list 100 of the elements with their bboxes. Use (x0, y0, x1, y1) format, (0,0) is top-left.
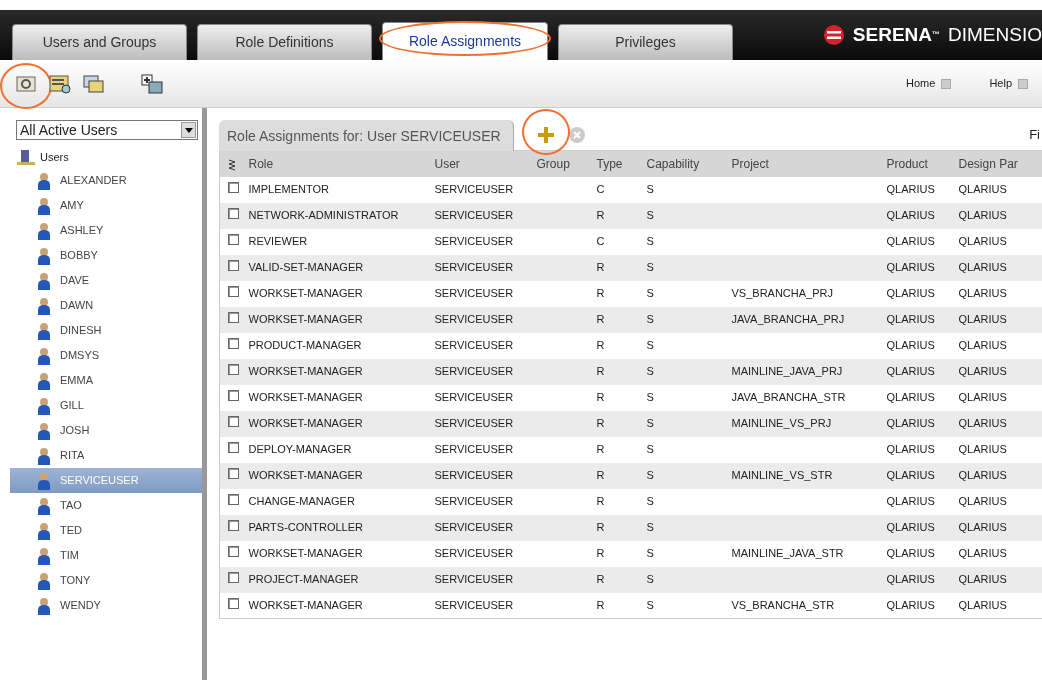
row-checkbox[interactable] (228, 546, 239, 558)
add-item-icon[interactable] (140, 72, 164, 95)
user-icon (38, 396, 50, 415)
table-cell: SERVICEUSER (434, 599, 514, 611)
tree-item[interactable]: ASHLEY (0, 218, 202, 243)
table-cell: QLARIUS (886, 261, 935, 274)
table-cell: DEPLOY-MANAGER (248, 443, 352, 456)
user-icon (38, 471, 50, 490)
tree-root[interactable]: Users (40, 148, 69, 166)
table-cell: S (646, 339, 654, 352)
row-checkbox[interactable] (228, 364, 239, 376)
row-checkbox[interactable] (228, 572, 239, 584)
tree-item[interactable]: JOSH (0, 418, 202, 443)
tree-item[interactable]: DMSYS (0, 343, 202, 368)
table-cell: S (646, 469, 654, 482)
table-cell: VS_BRANCHA_PRJ (731, 287, 833, 300)
column-header[interactable]: Design Par (957, 150, 1042, 177)
table-cell: S (646, 235, 654, 248)
table-cell: S (646, 209, 654, 222)
row-checkbox[interactable] (228, 520, 239, 532)
table-cell: S (646, 313, 654, 326)
table-cell: QLARIUS (958, 495, 1007, 508)
add-icon[interactable] (535, 125, 556, 145)
table-cell: SERVICEUSER (434, 495, 514, 508)
table-cell: SERVICEUSER (434, 547, 514, 560)
tree-item[interactable]: TIM (0, 543, 202, 568)
table-cell: S (646, 443, 654, 456)
table-cell: WORKSET-MANAGER (248, 313, 363, 326)
row-checkbox[interactable] (228, 494, 239, 506)
table-cell: QLARIUS (886, 313, 935, 326)
table-cell: C (596, 183, 605, 196)
table-cell: SERVICEUSER (434, 391, 514, 404)
tree-item[interactable]: DINESH (0, 318, 202, 343)
column-header[interactable]: Capability (645, 150, 731, 177)
tab[interactable]: Role Definitions (197, 24, 372, 60)
row-checkbox[interactable] (228, 260, 239, 272)
column-header[interactable]: Product (885, 150, 958, 177)
tree-item[interactable]: TED (0, 518, 202, 543)
table-cell: QLARIUS (886, 365, 935, 378)
table-cell: QLARIUS (886, 287, 935, 300)
table-cell: S (646, 573, 654, 586)
table-cell: MAINLINE_JAVA_PRJ (731, 365, 843, 378)
table-cell: R (596, 469, 605, 482)
tree-item[interactable]: GILL (0, 393, 202, 418)
tree-item[interactable]: DAWN (0, 293, 202, 318)
row-checkbox[interactable] (228, 234, 239, 246)
row-checkbox[interactable] (228, 286, 239, 298)
tree-item[interactable]: AMY (0, 193, 202, 218)
table-cell: R (596, 365, 605, 378)
row-checkbox[interactable] (228, 208, 239, 220)
column-header[interactable]: Group (535, 150, 596, 177)
tree-item[interactable]: RITA (0, 443, 202, 468)
tree-item[interactable]: TONY (0, 568, 202, 593)
table-cell: SERVICEUSER (434, 339, 514, 352)
tab[interactable]: Role Assignments (382, 22, 548, 60)
table-cell: S (646, 391, 654, 404)
tree-item[interactable]: ALEXANDER (0, 168, 202, 193)
table-cell: SERVICEUSER (434, 417, 514, 430)
table-cell: QLARIUS (958, 183, 1007, 196)
tree-item[interactable]: EMMA (0, 368, 202, 393)
table-cell: R (596, 339, 605, 352)
column-header[interactable]: Project (730, 150, 886, 177)
table-cell: R (596, 599, 605, 611)
tab[interactable]: Users and Groups (12, 24, 187, 60)
table-cell: QLARIUS (958, 443, 1007, 456)
table-cell: R (596, 521, 605, 534)
tree-item[interactable]: TAO (0, 493, 202, 518)
table-cell: QLARIUS (958, 391, 1007, 404)
column-header[interactable]: User (433, 150, 536, 177)
column-header[interactable]: Type (595, 150, 646, 177)
windows-icon[interactable] (82, 72, 106, 95)
row-checkbox[interactable] (228, 338, 239, 350)
row-checkbox[interactable] (228, 416, 239, 428)
list-search-icon[interactable] (48, 72, 72, 95)
table-cell: R (596, 573, 605, 586)
row-checkbox[interactable] (228, 312, 239, 324)
filter-dropdown[interactable]: All Active Users (16, 120, 198, 140)
tree-item[interactable]: BOBBY (0, 243, 202, 268)
table-cell: SERVICEUSER (434, 469, 514, 482)
tree-item[interactable]: WENDY (0, 593, 202, 618)
row-checkbox[interactable] (228, 390, 239, 402)
table-cell: R (596, 261, 605, 274)
row-checkbox[interactable] (228, 442, 239, 454)
table-cell: R (596, 547, 605, 560)
tree-item[interactable]: DAVE (0, 268, 202, 293)
user-icon (38, 171, 50, 190)
table-cell: QLARIUS (886, 235, 935, 248)
sort-icon[interactable] (228, 158, 236, 171)
remove-icon[interactable] (567, 126, 586, 144)
table-cell: R (596, 495, 605, 508)
table-cell: R (596, 391, 605, 404)
nav-link[interactable]: Home (906, 75, 936, 92)
row-checkbox[interactable] (228, 182, 239, 194)
user-icon (38, 596, 50, 615)
row-checkbox[interactable] (228, 468, 239, 480)
tab[interactable]: Privileges (558, 24, 733, 60)
user-icon (38, 421, 50, 440)
nav-link[interactable]: Help (989, 75, 1012, 92)
row-checkbox[interactable] (228, 598, 239, 609)
column-header[interactable]: Role (247, 150, 434, 177)
